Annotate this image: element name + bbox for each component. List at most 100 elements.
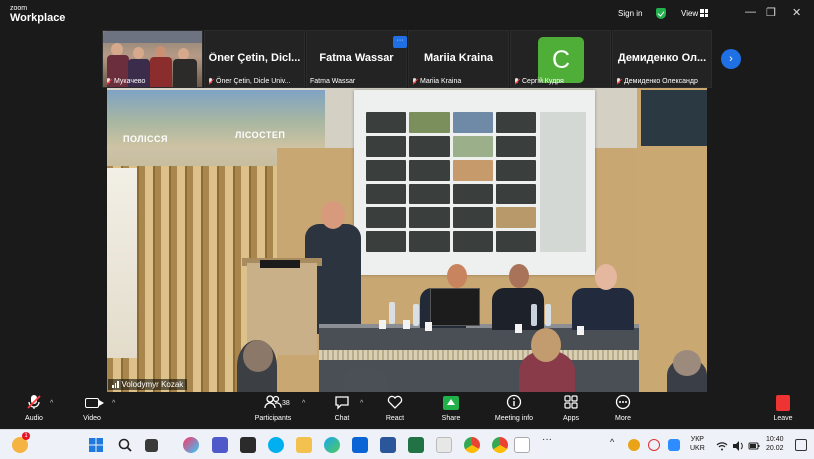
video-options-caret[interactable]: ^ [112,400,115,407]
participant-name: Öner Çetin, Dicle Univ... [216,78,291,85]
active-speaker-video[interactable]: ПОЛІССЯ ЛІСОСТЕП Volodymyr Kozak [107,88,707,392]
mail-icon[interactable] [352,437,368,453]
chat-label: Chat [334,415,350,422]
cup [403,320,410,329]
share-button[interactable]: Share [436,394,466,422]
audio-button[interactable]: Audio [20,394,48,422]
muted-mic-icon [514,78,520,85]
monitor [430,288,480,326]
volume-icon[interactable] [732,439,744,451]
participant-caption: Сергій Кудря [514,78,564,85]
grid-view-icon[interactable] [700,9,708,17]
muted-mic-icon [106,78,112,85]
logo-line1: zoom [10,5,28,12]
teams-icon[interactable] [212,437,228,453]
restore-button[interactable]: ❐ [766,6,776,19]
react-button[interactable]: React [380,394,410,422]
wall-banner: ПОЛІССЯ ЛІСОСТЕП [107,90,325,148]
notepad-icon[interactable] [436,437,452,453]
edge-icon[interactable] [324,437,340,453]
zoom-workplace-logo: zoom Workplace [10,5,65,24]
file-explorer-icon[interactable] [296,437,312,453]
share-screen-icon [436,394,466,412]
participant-caption: Демиденко Олександр [616,78,698,85]
windows-start-icon[interactable] [88,437,104,453]
excel-icon[interactable] [408,437,424,453]
leave-label: Leave [773,415,793,422]
terminal-icon[interactable] [240,437,256,453]
language-indicator[interactable]: УКР UKR [690,435,705,453]
table-fringe [319,350,639,360]
audience-head [243,340,273,372]
heart-icon [380,394,410,412]
chrome-profile-icon[interactable] [492,437,508,453]
view-button[interactable]: View [681,9,698,18]
participants-options-caret[interactable]: ^ [302,400,305,407]
chat-options-caret[interactable]: ^ [360,400,363,407]
audio-options-caret[interactable]: ^ [50,400,53,407]
notifications-icon[interactable] [795,439,807,451]
video-label: Video [83,415,101,422]
participants-button[interactable]: Participants [248,394,298,422]
sign-in-button[interactable]: Sign in [618,9,642,18]
more-icon [608,394,638,412]
participant-tile[interactable]: Mariia Kraina Mariia Kraina [408,30,509,88]
notification-badge: 1 [22,432,30,440]
chrome-icon[interactable] [464,437,480,453]
audience-head [673,350,701,376]
participant-tile[interactable]: Fatma Wassar Fatma Wassar ··· [306,30,407,88]
shield-icon[interactable] [656,8,666,19]
participant-tile[interactable]: Öner Çetin, Dicl... Öner Çetin, Dicle Un… [204,30,305,88]
tray-app-icon[interactable] [628,439,640,451]
next-page-button[interactable]: › [721,49,741,69]
close-button[interactable]: ✕ [792,6,801,19]
apps-button[interactable]: Apps [556,394,586,422]
language-code: УКР [690,436,704,443]
participant-name: Mariia Kraina [420,78,462,85]
wifi-icon[interactable] [716,439,728,451]
tray-overflow-icon[interactable]: ^ [610,437,614,447]
participant-big-name: Fatma Wassar [319,52,394,64]
leave-icon [768,394,798,412]
cup [577,326,584,335]
meeting-info-label: Meeting info [494,415,534,422]
zoom-tray-icon[interactable] [668,439,680,451]
tile-more-button[interactable]: ··· [393,36,407,48]
clock[interactable]: 10:40 20.02 [766,435,784,453]
clock-time: 10:40 [766,436,784,443]
more-button[interactable]: More [608,394,638,422]
panel-person [572,288,634,330]
video-button[interactable]: Video [78,394,106,422]
skype-icon[interactable] [268,437,284,453]
speaker-name: Volodymyr Kozak [121,380,184,389]
meeting-info-button[interactable]: Meeting info [488,394,540,422]
audio-label: Audio [25,415,43,422]
sync-icon[interactable] [648,439,660,451]
document-icon[interactable] [514,437,530,453]
participant-tile[interactable]: Демиденко Ол... Демиденко Олександр [612,30,712,88]
logo-line2: Workplace [10,12,66,24]
participant-tile[interactable]: C Сергій Кудря [510,30,611,88]
copilot-icon[interactable] [183,437,199,453]
panel-person-head [595,264,617,290]
participant-name: Сергій Кудря [522,78,564,85]
task-view-icon[interactable] [145,439,158,452]
chat-icon [328,394,356,412]
battery-icon[interactable] [748,439,760,451]
audience-member [345,366,387,392]
laptop [260,260,300,268]
participant-name: Fatma Wassar [310,78,356,85]
cup [425,322,432,331]
clock-date: 20.02 [766,445,784,452]
minimize-button[interactable]: — [745,6,756,18]
participant-tile[interactable]: Мукачево [102,30,203,88]
leave-button[interactable]: Leave [768,394,798,422]
projection-screen [354,90,595,275]
chat-button[interactable]: Chat [328,394,356,422]
video-camera-icon [78,394,106,412]
meeting-toolbar: Audio ^ Video ^ Participants 38 ^ Chat ^ [0,392,814,429]
search-icon[interactable] [117,437,133,453]
word-icon[interactable] [380,437,396,453]
more-apps-icon[interactable]: ··· [542,434,552,445]
speaker-name-tag: Volodymyr Kozak [108,379,188,390]
